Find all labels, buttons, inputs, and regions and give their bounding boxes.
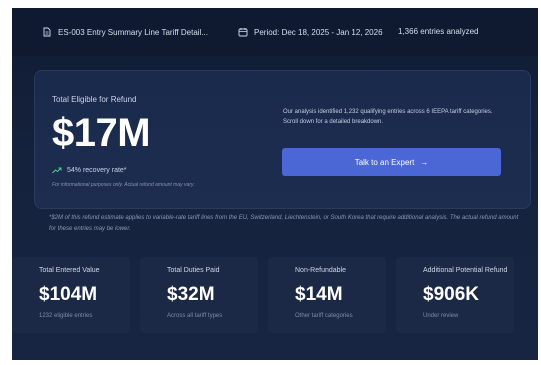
stat-title: Total Duties Paid — [167, 267, 220, 274]
talk-to-expert-button[interactable]: Talk to an Expert → — [282, 148, 501, 176]
stat-value: $32M — [167, 284, 215, 305]
recovery-rate: 54% recovery rate* — [52, 166, 127, 174]
stat-value: $14M — [295, 284, 343, 305]
document-icon — [42, 27, 52, 37]
refund-card: Total Eligible for Refund $17M 54% recov… — [34, 70, 531, 209]
document-name: ES-003 Entry Summary Line Tariff Detail.… — [58, 27, 208, 37]
refund-amount: $17M — [52, 111, 151, 155]
refund-disclaimer: For informational purposes only. Actual … — [52, 182, 195, 188]
calendar-icon — [238, 27, 248, 37]
cta-label: Talk to an Expert — [354, 157, 415, 167]
stat-subtitle: Under review — [423, 313, 459, 319]
stat-card-entered-value: Total Entered Value $104M 1232 eligible … — [12, 257, 130, 333]
stat-card-duties-paid: Total Duties Paid $32M Across all tariff… — [140, 257, 258, 333]
stat-subtitle: Other tariff categories — [295, 313, 353, 319]
entries-count: 1,366 entries analyzed — [398, 27, 479, 36]
dashboard-frame: ES-003 Entry Summary Line Tariff Detail.… — [12, 8, 538, 360]
analysis-description: Our analysis identified 1,232 qualifying… — [283, 109, 493, 125]
stat-value: $906K — [423, 284, 479, 305]
stat-title: Additional Potential Refund — [423, 267, 508, 274]
stat-subtitle: 1232 eligible entries — [39, 313, 93, 319]
stat-subtitle: Across all tariff types — [167, 313, 223, 319]
trend-up-icon — [52, 167, 62, 174]
entries-label: 1,366 entries analyzed — [398, 27, 479, 36]
arrow-right-icon: → — [420, 157, 429, 167]
stat-card-additional-refund: Additional Potential Refund $906K Under … — [396, 257, 514, 333]
stat-card-non-refundable: Non-Refundable $14M Other tariff categor… — [268, 257, 386, 333]
recovery-rate-text: 54% recovery rate* — [67, 166, 127, 174]
stat-title: Total Entered Value — [39, 267, 100, 274]
refund-label: Total Eligible for Refund — [52, 95, 137, 104]
stat-title: Non-Refundable — [295, 267, 346, 274]
period-info: Period: Dec 18, 2025 - Jan 12, 2026 — [238, 27, 383, 37]
refund-footnote: *$2M of this refund estimate applies to … — [49, 215, 519, 232]
period-label: Period: Dec 18, 2025 - Jan 12, 2026 — [254, 27, 383, 37]
stat-value: $104M — [39, 284, 98, 305]
document-info[interactable]: ES-003 Entry Summary Line Tariff Detail.… — [42, 27, 208, 37]
header-bar: ES-003 Entry Summary Line Tariff Detail.… — [12, 8, 538, 56]
